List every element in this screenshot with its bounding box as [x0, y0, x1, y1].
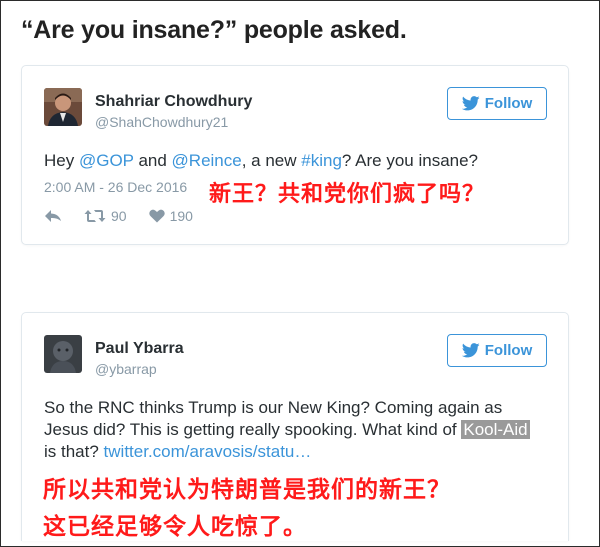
chinese-caption-2: 所以共和党认为特朗普是我们的新王？	[43, 477, 451, 503]
heart-icon	[148, 209, 165, 223]
follow-button[interactable]: Follow	[447, 87, 547, 120]
text-segment: , a new	[241, 151, 302, 170]
retweet-action[interactable]: 90	[84, 208, 127, 224]
tweet-text: Hey @GOP and @Reince, a new #king? Are y…	[44, 150, 544, 172]
mention-reince[interactable]: @Reince	[172, 151, 242, 170]
reply-action[interactable]	[44, 209, 62, 223]
tweet-card-1: Shahriar Chowdhury @ShahChowdhury21 Foll…	[21, 65, 569, 245]
text-segment: is that?	[44, 442, 104, 461]
text-segment: So the RNC thinks Trump is our New King?…	[44, 398, 503, 439]
reply-icon	[45, 210, 61, 222]
chinese-caption-3: 这已经足够令人吃惊了。	[43, 514, 307, 540]
mention-gop[interactable]: @GOP	[79, 151, 134, 170]
tweet-link[interactable]: twitter.com/aravosis/statu…	[104, 442, 312, 461]
text-segment: ? Are you insane?	[341, 151, 479, 170]
chinese-caption-1: 新王？共和党你们疯了吗？	[209, 182, 486, 207]
tweet-text: So the RNC thinks Trump is our New King?…	[44, 397, 544, 463]
follow-label: Follow	[484, 95, 533, 112]
follow-label: Follow	[484, 342, 533, 359]
like-action[interactable]: 190	[148, 208, 193, 224]
retweet-count: 90	[111, 208, 127, 224]
text-segment: and	[133, 151, 172, 170]
like-count: 190	[169, 208, 193, 224]
author-handle[interactable]: @ShahChowdhury21	[95, 114, 228, 130]
author-name[interactable]: Paul Ybarra	[95, 340, 184, 358]
tweet-actions: 90 190	[44, 208, 215, 224]
retweet-icon	[84, 210, 106, 222]
author-handle[interactable]: @ybarrap	[95, 361, 157, 377]
hashtag-king[interactable]: #king	[301, 151, 342, 170]
twitter-bird-icon	[461, 96, 480, 111]
twitter-bird-icon	[461, 343, 480, 358]
text-segment: Hey	[44, 151, 79, 170]
highlighted-text: Kool-Aid	[461, 420, 530, 439]
avatar[interactable]	[44, 335, 82, 373]
author-name[interactable]: Shahriar Chowdhury	[95, 93, 252, 111]
tweet-timestamp[interactable]: 2:00 AM - 26 Dec 2016	[44, 179, 187, 195]
page-headline: “Are you insane?” people asked.	[21, 16, 407, 44]
follow-button[interactable]: Follow	[447, 334, 547, 367]
avatar[interactable]	[44, 88, 82, 126]
